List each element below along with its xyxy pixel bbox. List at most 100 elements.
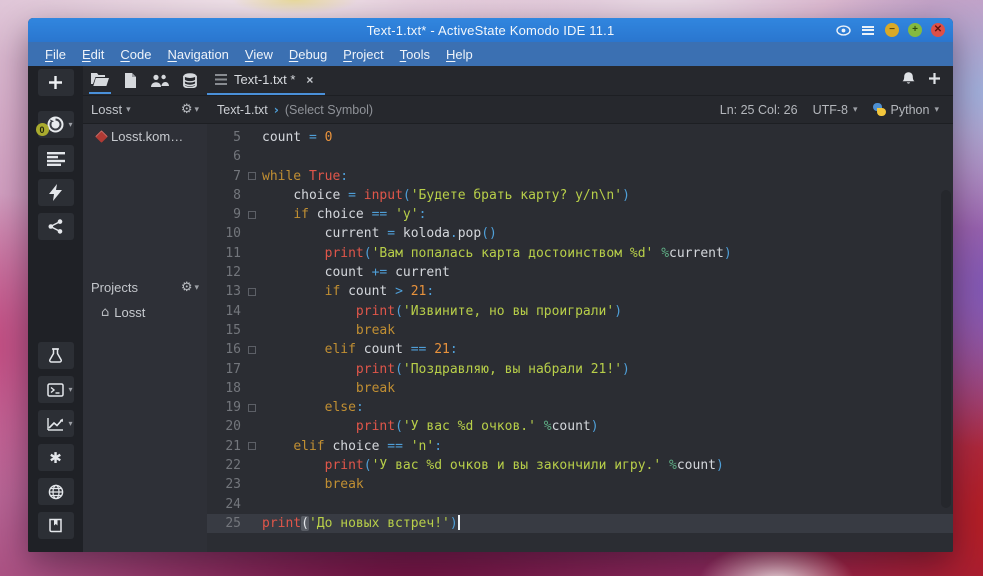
menubar: FileEditCodeNavigationViewDebugProjectTo… xyxy=(28,42,953,66)
code-text: elif count == 21: xyxy=(262,340,953,359)
collaborate-people-icon[interactable] xyxy=(149,68,171,94)
chevron-down-icon: ▾ xyxy=(126,105,131,115)
code-line-24[interactable]: 24 xyxy=(207,495,953,514)
menu-help[interactable]: Help xyxy=(439,44,480,65)
titlebar[interactable]: Text-1.txt* - ActiveState Komodo IDE 11.… xyxy=(28,18,953,42)
document-icon xyxy=(215,74,227,85)
language-selector[interactable]: Python ▾ xyxy=(873,103,939,117)
line-number: 19 xyxy=(207,398,241,417)
fold-marker-icon[interactable] xyxy=(248,442,256,450)
line-number: 22 xyxy=(207,456,241,475)
fold-marker-icon[interactable] xyxy=(248,346,256,354)
maximize-button[interactable]: + xyxy=(908,23,922,37)
fold-margin xyxy=(241,147,262,166)
database-icon[interactable] xyxy=(179,68,201,94)
menu-view[interactable]: View xyxy=(238,44,280,65)
code-line-6[interactable]: 6 xyxy=(207,147,953,166)
rx-toolkit-asterisk-icon[interactable]: ✱ xyxy=(38,444,74,471)
code-line-22[interactable]: 22 print('У вас %d очков и вы закончили … xyxy=(207,456,953,475)
code-text xyxy=(262,147,953,166)
code-line-7[interactable]: 7while True: xyxy=(207,167,953,186)
toolbar-row: Text-1.txt * × xyxy=(83,66,953,96)
code-line-8[interactable]: 8 choice = input('Будете брать карту? y/… xyxy=(207,186,953,205)
code-line-18[interactable]: 18 break xyxy=(207,379,953,398)
sync-status-icon[interactable]: 0 ▾ xyxy=(38,111,74,138)
places-title: Losst xyxy=(91,102,122,117)
share-icon[interactable] xyxy=(38,213,74,240)
menu-project[interactable]: Project xyxy=(336,44,390,65)
menu-navigation[interactable]: Navigation xyxy=(160,44,235,65)
project-item-losst[interactable]: ⌂ Losst xyxy=(83,300,207,325)
code-line-17[interactable]: 17 print('Поздравляю, вы набрали 21!') xyxy=(207,360,953,379)
code-text xyxy=(262,495,953,514)
new-file-icon[interactable] xyxy=(119,68,141,94)
tree-item-losst-kom[interactable]: Losst.kom… xyxy=(83,124,207,149)
tab-close-icon[interactable]: × xyxy=(302,73,313,87)
chevron-down-icon: ▾ xyxy=(194,283,199,293)
code-text: while True: xyxy=(262,167,953,186)
code-text: elif choice == 'n': xyxy=(262,437,953,456)
chevron-down-icon: ▾ xyxy=(853,105,858,115)
unit-test-flask-icon[interactable] xyxy=(38,342,74,369)
code-line-19[interactable]: 19 else: xyxy=(207,398,953,417)
notification-bell-icon[interactable] xyxy=(901,71,916,91)
http-inspector-globe-icon[interactable] xyxy=(38,478,74,505)
close-button[interactable]: ✕ xyxy=(931,23,945,37)
code-line-23[interactable]: 23 break xyxy=(207,475,953,494)
menu-tools[interactable]: Tools xyxy=(393,44,437,65)
new-tab-plus-icon[interactable] xyxy=(928,72,941,90)
fold-marker-icon[interactable] xyxy=(248,211,256,219)
open-folder-icon[interactable] xyxy=(89,68,111,94)
code-line-11[interactable]: 11 print('Вам попалась карта достоинство… xyxy=(207,244,953,263)
fold-margin xyxy=(241,128,262,147)
open-files-lines-icon[interactable] xyxy=(38,145,74,172)
projects-panel-header[interactable]: Projects ⚙ ▾ xyxy=(83,275,207,300)
go-to-anything-lightning-icon[interactable] xyxy=(38,179,74,206)
places-gear-button[interactable]: ⚙ ▾ xyxy=(181,102,199,117)
komodo-ide-window: Text-1.txt* - ActiveState Komodo IDE 11.… xyxy=(28,18,953,552)
minimize-button[interactable]: − xyxy=(885,23,899,37)
projects-gear-button[interactable]: ⚙ ▾ xyxy=(181,280,199,295)
menu-file[interactable]: File xyxy=(38,44,73,65)
line-number: 5 xyxy=(207,128,241,147)
code-line-20[interactable]: 20 print('У вас %d очков.' %count) xyxy=(207,417,953,436)
line-number: 10 xyxy=(207,224,241,243)
menu-edit[interactable]: Edit xyxy=(75,44,111,65)
menu-code[interactable]: Code xyxy=(113,44,158,65)
fold-marker-icon[interactable] xyxy=(248,172,256,180)
terminal-console-icon[interactable]: ▾ xyxy=(38,376,74,403)
menu-debug[interactable]: Debug xyxy=(282,44,334,65)
fold-marker-icon[interactable] xyxy=(248,288,256,296)
hamburger-menu-icon[interactable] xyxy=(860,23,876,37)
select-symbol-dropdown[interactable]: (Select Symbol) xyxy=(285,103,373,117)
places-panel-header[interactable]: Losst ▾ ⚙ ▾ xyxy=(83,96,207,123)
fold-margin xyxy=(241,167,262,186)
encoding-selector[interactable]: UTF-8 ▾ xyxy=(813,103,858,117)
tab-text-1-txt[interactable]: Text-1.txt * × xyxy=(207,66,325,95)
profiler-chart-icon[interactable]: ▾ xyxy=(38,410,74,437)
breadcrumb-file[interactable]: Text-1.txt xyxy=(217,103,268,117)
fold-marker-icon[interactable] xyxy=(248,404,256,412)
gear-icon: ⚙ xyxy=(181,280,193,295)
code-line-25[interactable]: 25print('До новых встреч!') xyxy=(207,514,953,533)
editor-scrollbar[interactable] xyxy=(941,190,951,508)
line-number: 15 xyxy=(207,321,241,340)
code-line-10[interactable]: 10 current = koloda.pop() xyxy=(207,224,953,243)
documentation-book-icon[interactable] xyxy=(38,512,74,539)
gear-icon: ⚙ xyxy=(181,102,193,117)
code-line-21[interactable]: 21 elif choice == 'n': xyxy=(207,437,953,456)
code-line-13[interactable]: 13 if count > 21: xyxy=(207,282,953,301)
fold-margin xyxy=(241,379,262,398)
add-new-button[interactable] xyxy=(38,69,74,96)
code-line-14[interactable]: 14 print('Извините, но вы проиграли') xyxy=(207,302,953,321)
code-line-12[interactable]: 12 count += current xyxy=(207,263,953,282)
eye-preview-icon[interactable] xyxy=(835,23,851,37)
code-line-15[interactable]: 15 break xyxy=(207,321,953,340)
left-toolbar-rail: 0 ▾ ▾ ▾ ✱ xyxy=(28,66,83,552)
line-number: 14 xyxy=(207,302,241,321)
code-editor[interactable]: 5count = 067while True:8 choice = input(… xyxy=(207,124,953,552)
code-line-5[interactable]: 5count = 0 xyxy=(207,128,953,147)
code-text: count += current xyxy=(262,263,953,282)
code-line-9[interactable]: 9 if choice == 'y': xyxy=(207,205,953,224)
code-line-16[interactable]: 16 elif count == 21: xyxy=(207,340,953,359)
